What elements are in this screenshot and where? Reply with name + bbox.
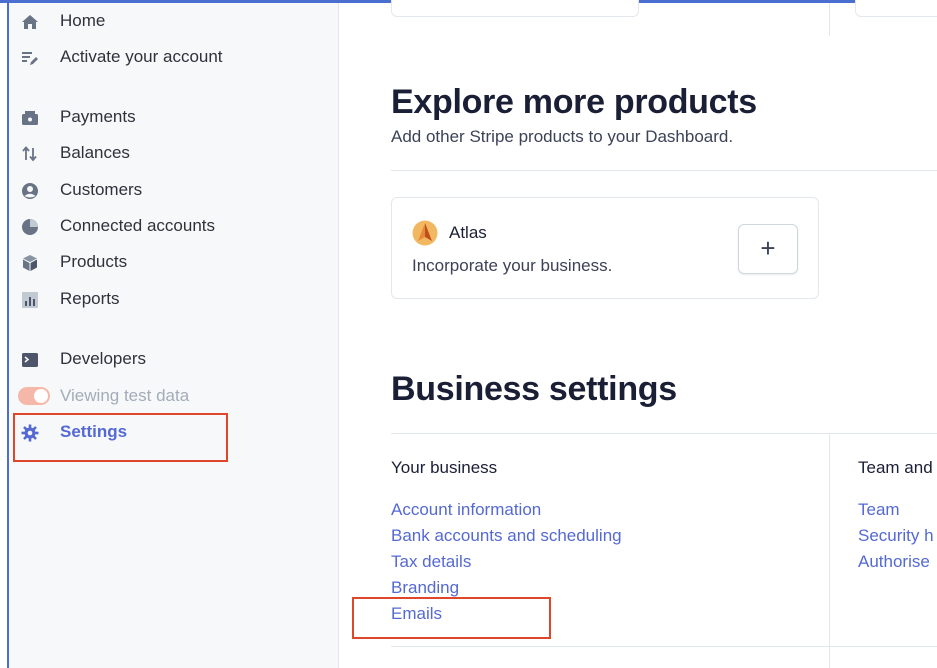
- sidebar-item-label: Activate your account: [60, 47, 223, 66]
- sidebar-item-label: Developers: [60, 349, 146, 368]
- sidebar-item-label: Customers: [60, 180, 143, 199]
- sidebar-item-label: Payments: [60, 107, 136, 126]
- test-data-toggle-row[interactable]: Viewing test data: [9, 382, 329, 412]
- wallet-icon: [21, 109, 39, 127]
- team-link[interactable]: Team: [858, 500, 900, 520]
- branding-link[interactable]: Branding: [391, 578, 459, 598]
- pie-icon: [21, 218, 39, 236]
- divider: [391, 433, 937, 434]
- box-icon: [21, 254, 39, 272]
- security-link[interactable]: Security h: [858, 526, 934, 546]
- divider: [391, 646, 937, 647]
- sidebar-item-activate-account[interactable]: Activate your account: [9, 43, 329, 73]
- your-business-heading: Your business: [391, 458, 498, 477]
- bank-accounts-link[interactable]: Bank accounts and scheduling: [391, 526, 622, 546]
- product-name: Atlas: [449, 223, 487, 242]
- sidebar-item-payments[interactable]: Payments: [9, 103, 329, 133]
- sidebar-item-connected-accounts[interactable]: Connected accounts: [9, 212, 329, 242]
- divider: [391, 170, 937, 171]
- authorised-link[interactable]: Authorise: [858, 552, 930, 572]
- sidebar-item-label: Reports: [60, 289, 120, 308]
- top-card: [855, 0, 937, 17]
- main-content: Explore more products Add other Stripe p…: [339, 0, 937, 668]
- home-icon: [21, 13, 39, 31]
- sidebar-item-label: Products: [60, 252, 128, 271]
- product-description: Incorporate your business.: [412, 256, 613, 275]
- explore-products-subtitle: Add other Stripe products to your Dashbo…: [391, 127, 734, 146]
- atlas-icon: [412, 220, 438, 246]
- product-card-atlas: Atlas Incorporate your business. +: [391, 197, 819, 299]
- business-settings-title: Business settings: [391, 370, 677, 408]
- terminal-icon: [21, 351, 39, 369]
- column-divider: [829, 434, 830, 668]
- edit-list-icon: [21, 49, 39, 67]
- sidebar-item-balances[interactable]: Balances: [9, 139, 329, 169]
- sidebar-item-products[interactable]: Products: [9, 248, 329, 278]
- add-product-button[interactable]: +: [738, 224, 798, 274]
- top-card: [391, 0, 639, 17]
- test-data-toggle[interactable]: [18, 387, 50, 405]
- explore-products-title: Explore more products: [391, 83, 757, 121]
- sidebar-item-label: Connected accounts: [60, 216, 215, 235]
- sidebar-item-developers[interactable]: Developers: [9, 345, 329, 375]
- user-circle-icon: [21, 182, 39, 200]
- sidebar-item-label: Home: [60, 11, 106, 30]
- bar-report-icon: [21, 291, 39, 309]
- tax-details-link[interactable]: Tax details: [391, 552, 471, 572]
- sidebar-item-customers[interactable]: Customers: [9, 176, 329, 206]
- toggle-knob: [34, 389, 48, 403]
- column-divider: [829, 3, 830, 36]
- arrows-up-down-icon: [21, 145, 39, 163]
- account-information-link[interactable]: Account information: [391, 500, 541, 520]
- sidebar-item-reports[interactable]: Reports: [9, 285, 329, 315]
- emails-highlight-box: [352, 597, 551, 639]
- test-data-label: Viewing test data: [60, 386, 190, 405]
- settings-highlight-box: [13, 413, 228, 462]
- team-heading: Team and: [858, 458, 933, 477]
- sidebar-item-label: Balances: [60, 143, 130, 162]
- sidebar-item-home[interactable]: Home: [9, 7, 329, 37]
- sidebar: Home Activate your account Payments Bala…: [9, 3, 339, 668]
